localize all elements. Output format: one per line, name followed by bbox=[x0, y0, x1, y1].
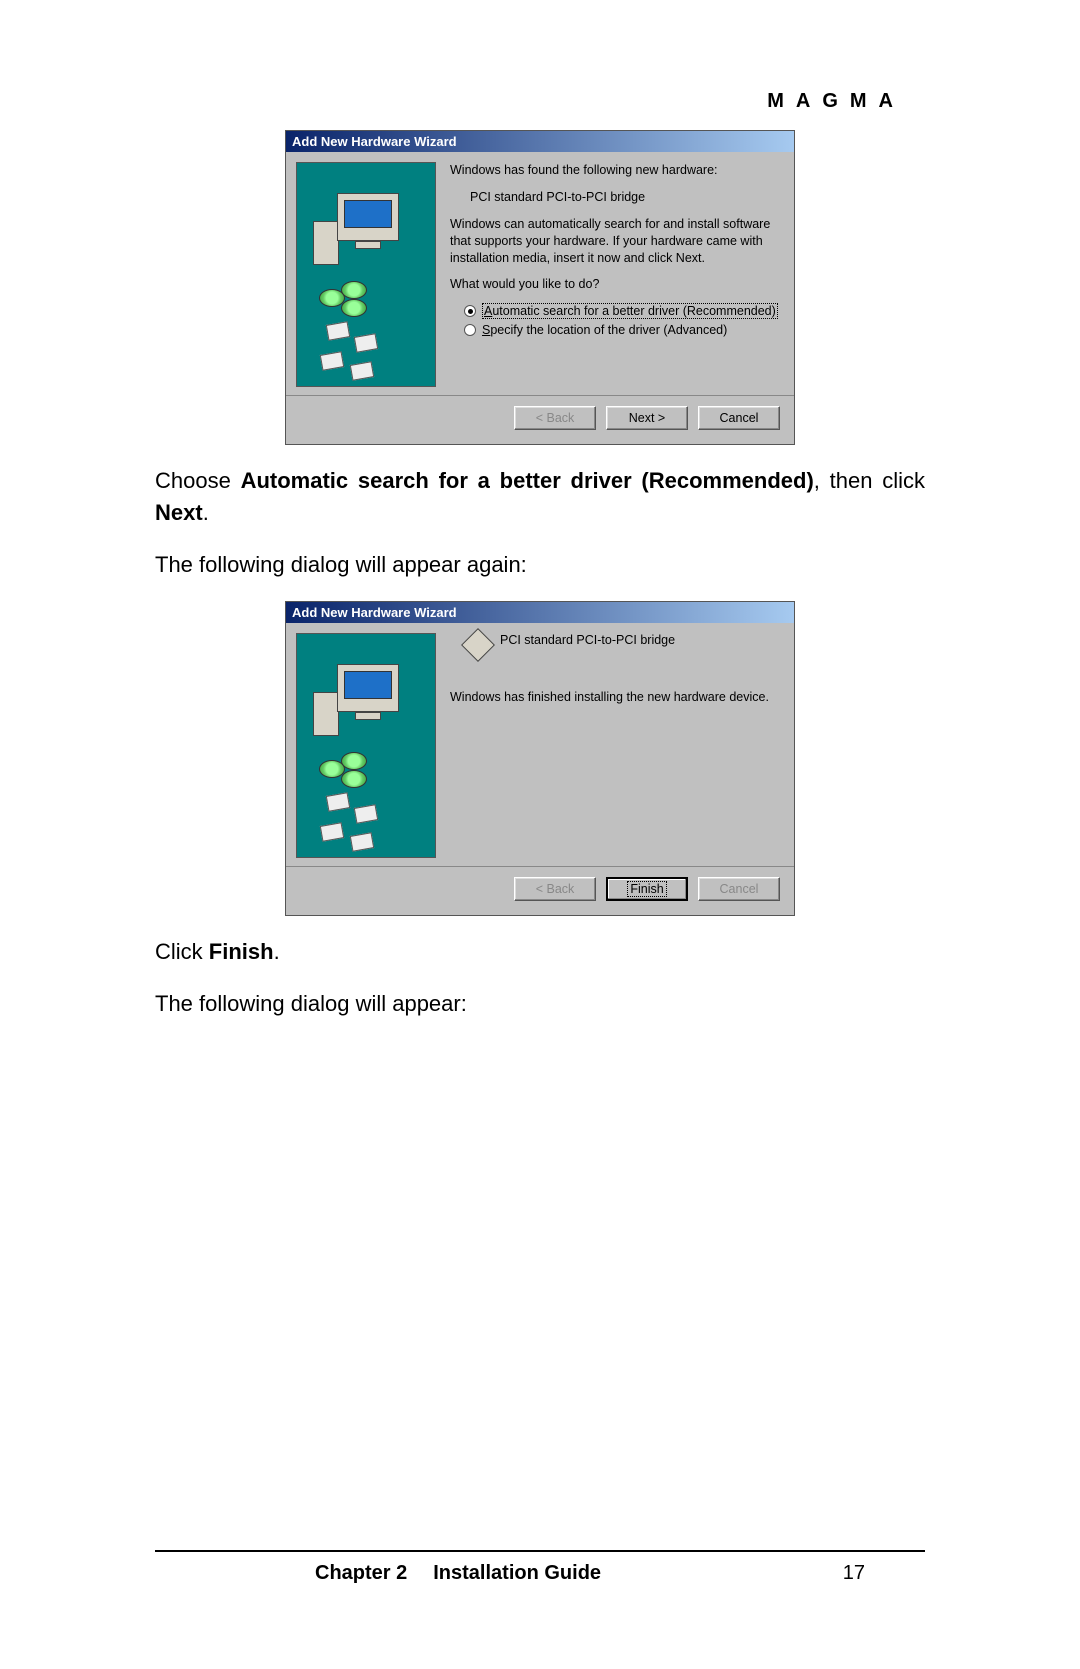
header-brand: MAGMA bbox=[767, 90, 905, 113]
dialog1-title: Add New Hardware Wizard bbox=[286, 131, 794, 152]
dialog1-info: Windows has found the following new hard… bbox=[450, 162, 780, 387]
cancel-button[interactable]: Cancel bbox=[698, 406, 780, 430]
wizard-illustration bbox=[296, 633, 436, 858]
instruction-choose-automatic: Choose Automatic search for a better dri… bbox=[155, 465, 925, 529]
dialog2-title: Add New Hardware Wizard bbox=[286, 602, 794, 623]
dialog-add-hardware-2: Add New Hardware Wizard PCI standard PCI… bbox=[285, 601, 795, 916]
dialog1-auto-text: Windows can automatically search for and… bbox=[450, 216, 780, 267]
dialog1-device: PCI standard PCI-to-PCI bridge bbox=[450, 189, 780, 206]
footer-chapter: Chapter 2 bbox=[315, 1562, 407, 1585]
radio-option1-label: Automatic search for a better driver (Re… bbox=[482, 303, 778, 319]
dialog1-body: Windows has found the following new hard… bbox=[286, 152, 794, 395]
device-icon bbox=[461, 628, 495, 662]
dialog2-body: PCI standard PCI-to-PCI bridge Windows h… bbox=[286, 623, 794, 866]
dialog2-buttons: < Back Finish Cancel bbox=[286, 866, 794, 915]
finish-button[interactable]: Finish bbox=[606, 877, 688, 901]
radio-option2-label: Specify the location of the driver (Adva… bbox=[482, 323, 727, 337]
footer-page-number: 17 bbox=[843, 1562, 865, 1585]
instruction-following-dialog: The following dialog will appear: bbox=[155, 988, 925, 1020]
radio-unselected-icon bbox=[464, 324, 476, 336]
wizard-illustration bbox=[296, 162, 436, 387]
radio-option-automatic[interactable]: Automatic search for a better driver (Re… bbox=[464, 303, 780, 319]
next-button[interactable]: Next > bbox=[606, 406, 688, 430]
page-footer: Chapter 2 Installation Guide 17 bbox=[155, 1550, 925, 1585]
radio-option-specify[interactable]: Specify the location of the driver (Adva… bbox=[464, 323, 780, 337]
footer-guide: Installation Guide bbox=[433, 1562, 601, 1585]
radio-selected-icon bbox=[464, 305, 476, 317]
cancel-button: Cancel bbox=[698, 877, 780, 901]
dialog2-device: PCI standard PCI-to-PCI bridge bbox=[500, 633, 675, 647]
dialog1-found-line: Windows has found the following new hard… bbox=[450, 162, 780, 179]
dialog2-info: PCI standard PCI-to-PCI bridge Windows h… bbox=[450, 633, 780, 858]
instruction-click-finish: Click Finish. bbox=[155, 936, 925, 968]
dialog1-prompt: What would you like to do? bbox=[450, 276, 780, 293]
instruction-following-dialog-again: The following dialog will appear again: bbox=[155, 549, 925, 581]
back-button: < Back bbox=[514, 877, 596, 901]
page-content: Add New Hardware Wizard Windows has foun… bbox=[155, 130, 925, 1019]
back-button: < Back bbox=[514, 406, 596, 430]
dialog2-done: Windows has finished installing the new … bbox=[450, 689, 780, 706]
dialog-add-hardware-1: Add New Hardware Wizard Windows has foun… bbox=[285, 130, 795, 445]
dialog1-buttons: < Back Next > Cancel bbox=[286, 395, 794, 444]
